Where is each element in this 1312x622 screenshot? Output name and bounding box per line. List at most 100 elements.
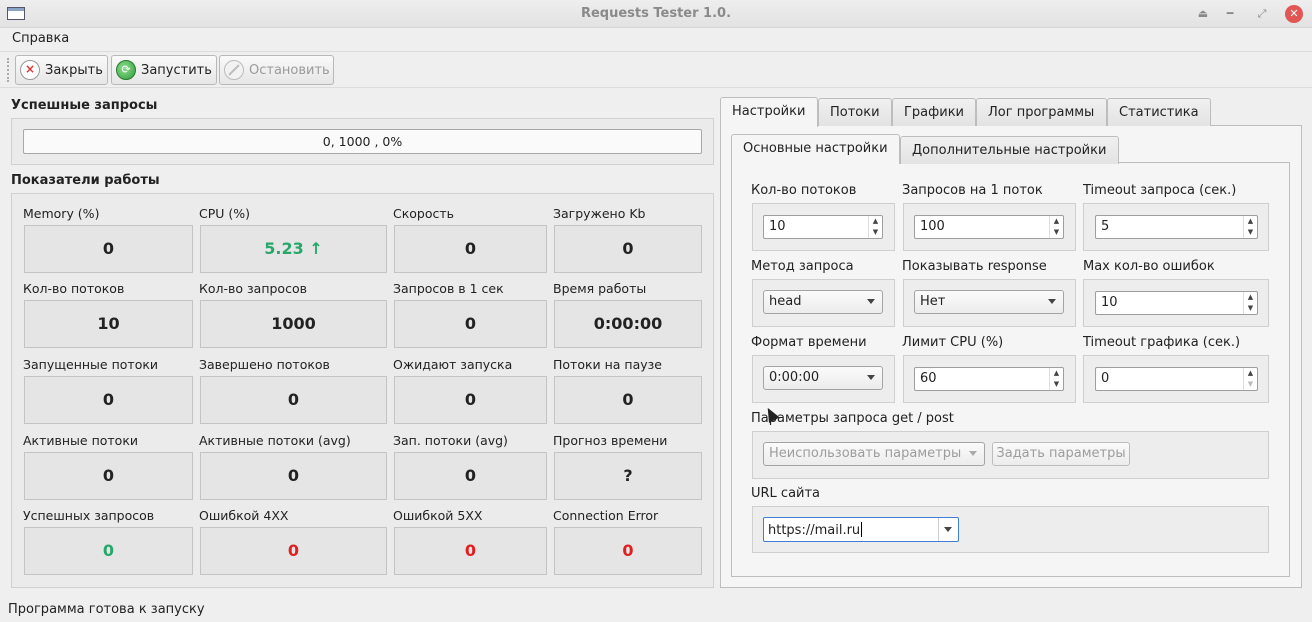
success-progress-bar: 0, 1000 , 0% [23, 129, 702, 154]
metric-label-active-threads: Активные потоки [23, 433, 139, 448]
subtab-extra-settings[interactable]: Дополнительные настройки [900, 136, 1119, 164]
metrics-group-title: Показатели работы [11, 173, 160, 188]
cpu-limit-value: 60 [920, 371, 937, 386]
metric-value-speed: 0 [394, 225, 547, 273]
params-label: Параметры запроса get / post [751, 411, 954, 426]
chevron-down-icon[interactable] [938, 518, 958, 541]
metric-label-time-forecast: Прогноз времени [553, 433, 668, 448]
time-format-value: 0:00:00 [769, 370, 820, 385]
metric-label-finished-threads: Завершено потоков [199, 357, 330, 372]
metric-value-downloaded-kb: 0 [554, 225, 702, 273]
close-icon: × [20, 60, 40, 80]
max-errors-value: 10 [1101, 295, 1118, 310]
timeout-value: 5 [1101, 219, 1110, 234]
metric-value-cpu: 5.23 ↑ [200, 225, 387, 273]
metric-value-paused-threads: 0 [554, 376, 702, 424]
refresh-icon: ⟳ [116, 60, 136, 80]
requests-per-thread-label: Запросов на 1 поток [902, 183, 1043, 198]
run-button-label: Запустить [141, 62, 212, 78]
tab-settings[interactable]: Настройки [720, 97, 818, 127]
metric-value-errors-5xx: 0 [394, 527, 547, 575]
metric-label-paused-threads: Потоки на паузе [553, 357, 662, 372]
maximize-icon[interactable]: ⤢ [1253, 5, 1271, 23]
metric-label-errors-5xx: Ошибкой 5XX [393, 508, 483, 523]
chevron-down-icon [867, 375, 875, 380]
url-label: URL сайта [751, 486, 821, 501]
metric-value-successful-requests: 0 [24, 527, 193, 575]
toolbar-grip[interactable] [7, 58, 11, 82]
metric-value-connection-error: 0 [554, 527, 702, 575]
method-value: head [769, 294, 802, 309]
metric-value-time-forecast: ? [554, 452, 702, 500]
metric-label-threads-count: Кол-во потоков [23, 281, 125, 296]
tab-statistics[interactable]: Статистика [1107, 98, 1211, 126]
subtab-main-settings[interactable]: Основные настройки [731, 134, 900, 164]
threads-spinbox[interactable]: 10 ▲ ▼ [763, 215, 883, 239]
metric-label-active-threads-avg: Активные потоки (avg) [199, 433, 351, 448]
params-select[interactable]: Неиспользовать параметры [763, 442, 985, 466]
metric-value-active-threads-avg: 0 [200, 452, 387, 500]
metric-value-errors-4xx: 0 [200, 527, 387, 575]
close-button[interactable]: × Закрыть [15, 55, 108, 85]
metric-label-speed: Скорость [393, 206, 455, 221]
threads-label: Кол-во потоков [751, 183, 857, 198]
shade-icon[interactable]: ⏏ [1194, 5, 1212, 23]
chevron-down-icon [1048, 299, 1056, 304]
metric-label-downloaded-kb: Загружено Kb [553, 206, 646, 221]
time-format-label: Формат времени [751, 335, 867, 350]
metric-value-requests-per-sec: 0 [394, 300, 547, 348]
graph-timeout-spinbox[interactable]: 0 ▲ ▼ [1095, 367, 1258, 391]
window-title: Requests Tester 1.0. [580, 6, 732, 21]
url-combobox[interactable]: https://mail.ru [763, 517, 959, 542]
close-button-label: Закрыть [45, 62, 103, 78]
menu-bar: Справка [0, 28, 1312, 51]
stop-icon [224, 60, 244, 80]
metric-label-connection-error: Connection Error [553, 508, 659, 523]
show-response-select[interactable]: Нет [914, 290, 1064, 314]
spin-arrows-icon[interactable]: ▲ ▼ [1243, 292, 1257, 314]
show-response-label: Показывать response [902, 259, 1047, 274]
time-format-select[interactable]: 0:00:00 [763, 366, 883, 390]
metric-label-cpu: CPU (%) [199, 206, 251, 221]
title-bar: Requests Tester 1.0. ⏏ ━ ⤢ ✕ [0, 0, 1312, 28]
metric-value-memory: 0 [24, 225, 193, 273]
cpu-limit-label: Лимит CPU (%) [902, 335, 1004, 350]
method-select[interactable]: head [763, 290, 883, 314]
metric-label-started-threads: Запущенные потоки [23, 357, 159, 372]
cpu-limit-spinbox[interactable]: 60 ▲ ▼ [914, 367, 1064, 391]
spin-arrows-icon[interactable]: ▲ ▼ [1049, 368, 1063, 390]
spin-arrows-icon[interactable]: ▲ ▼ [1243, 216, 1257, 238]
timeout-spinbox[interactable]: 5 ▲ ▼ [1095, 215, 1258, 239]
tab-graphs[interactable]: Графики [892, 98, 976, 126]
params-select-value: Неиспользовать параметры [769, 446, 962, 461]
graph-timeout-label: Timeout графика (сек.) [1083, 335, 1241, 350]
metric-label-run-time: Время работы [553, 281, 647, 296]
spin-arrows-icon[interactable]: ▲ ▼ [1049, 216, 1063, 238]
metric-value-active-threads: 0 [24, 452, 193, 500]
menu-help[interactable]: Справка [12, 31, 69, 46]
stop-button[interactable]: Остановить [219, 55, 334, 85]
set-params-button[interactable]: Задать параметры [992, 442, 1130, 466]
spin-arrows-icon[interactable]: ▲ ▼ [1243, 368, 1257, 390]
max-errors-label: Max кол-во ошибок [1083, 259, 1215, 274]
metric-label-requests-per-sec: Запросов в 1 сек [393, 281, 504, 296]
toolbar: × Закрыть ⟳ Запустить Остановить [0, 51, 1312, 88]
metric-value-finished-threads: 0 [200, 376, 387, 424]
metric-label-successful-requests: Успешных запросов [23, 508, 155, 523]
metric-value-started-threads-avg: 0 [394, 452, 547, 500]
tab-threads[interactable]: Потоки [818, 98, 892, 126]
requests-per-thread-spinbox[interactable]: 100 ▲ ▼ [914, 215, 1064, 239]
timeout-label: Timeout запроса (сек.) [1083, 183, 1237, 198]
spin-arrows-icon[interactable]: ▲ ▼ [868, 216, 882, 238]
max-errors-spinbox[interactable]: 10 ▲ ▼ [1095, 291, 1258, 315]
metric-label-started-threads-avg: Зап. потоки (avg) [393, 433, 508, 448]
requests-per-thread-value: 100 [920, 219, 945, 234]
run-button[interactable]: ⟳ Запустить [111, 55, 217, 85]
metric-label-errors-4xx: Ошибкой 4XX [199, 508, 289, 523]
minimize-icon[interactable]: ━ [1221, 5, 1239, 23]
status-bar: Программа готова к запуску [0, 599, 1312, 622]
tab-log[interactable]: Лог программы [976, 98, 1107, 126]
metric-value-started-threads: 0 [24, 376, 193, 424]
close-window-icon[interactable]: ✕ [1285, 5, 1303, 23]
method-label: Метод запроса [751, 259, 854, 274]
